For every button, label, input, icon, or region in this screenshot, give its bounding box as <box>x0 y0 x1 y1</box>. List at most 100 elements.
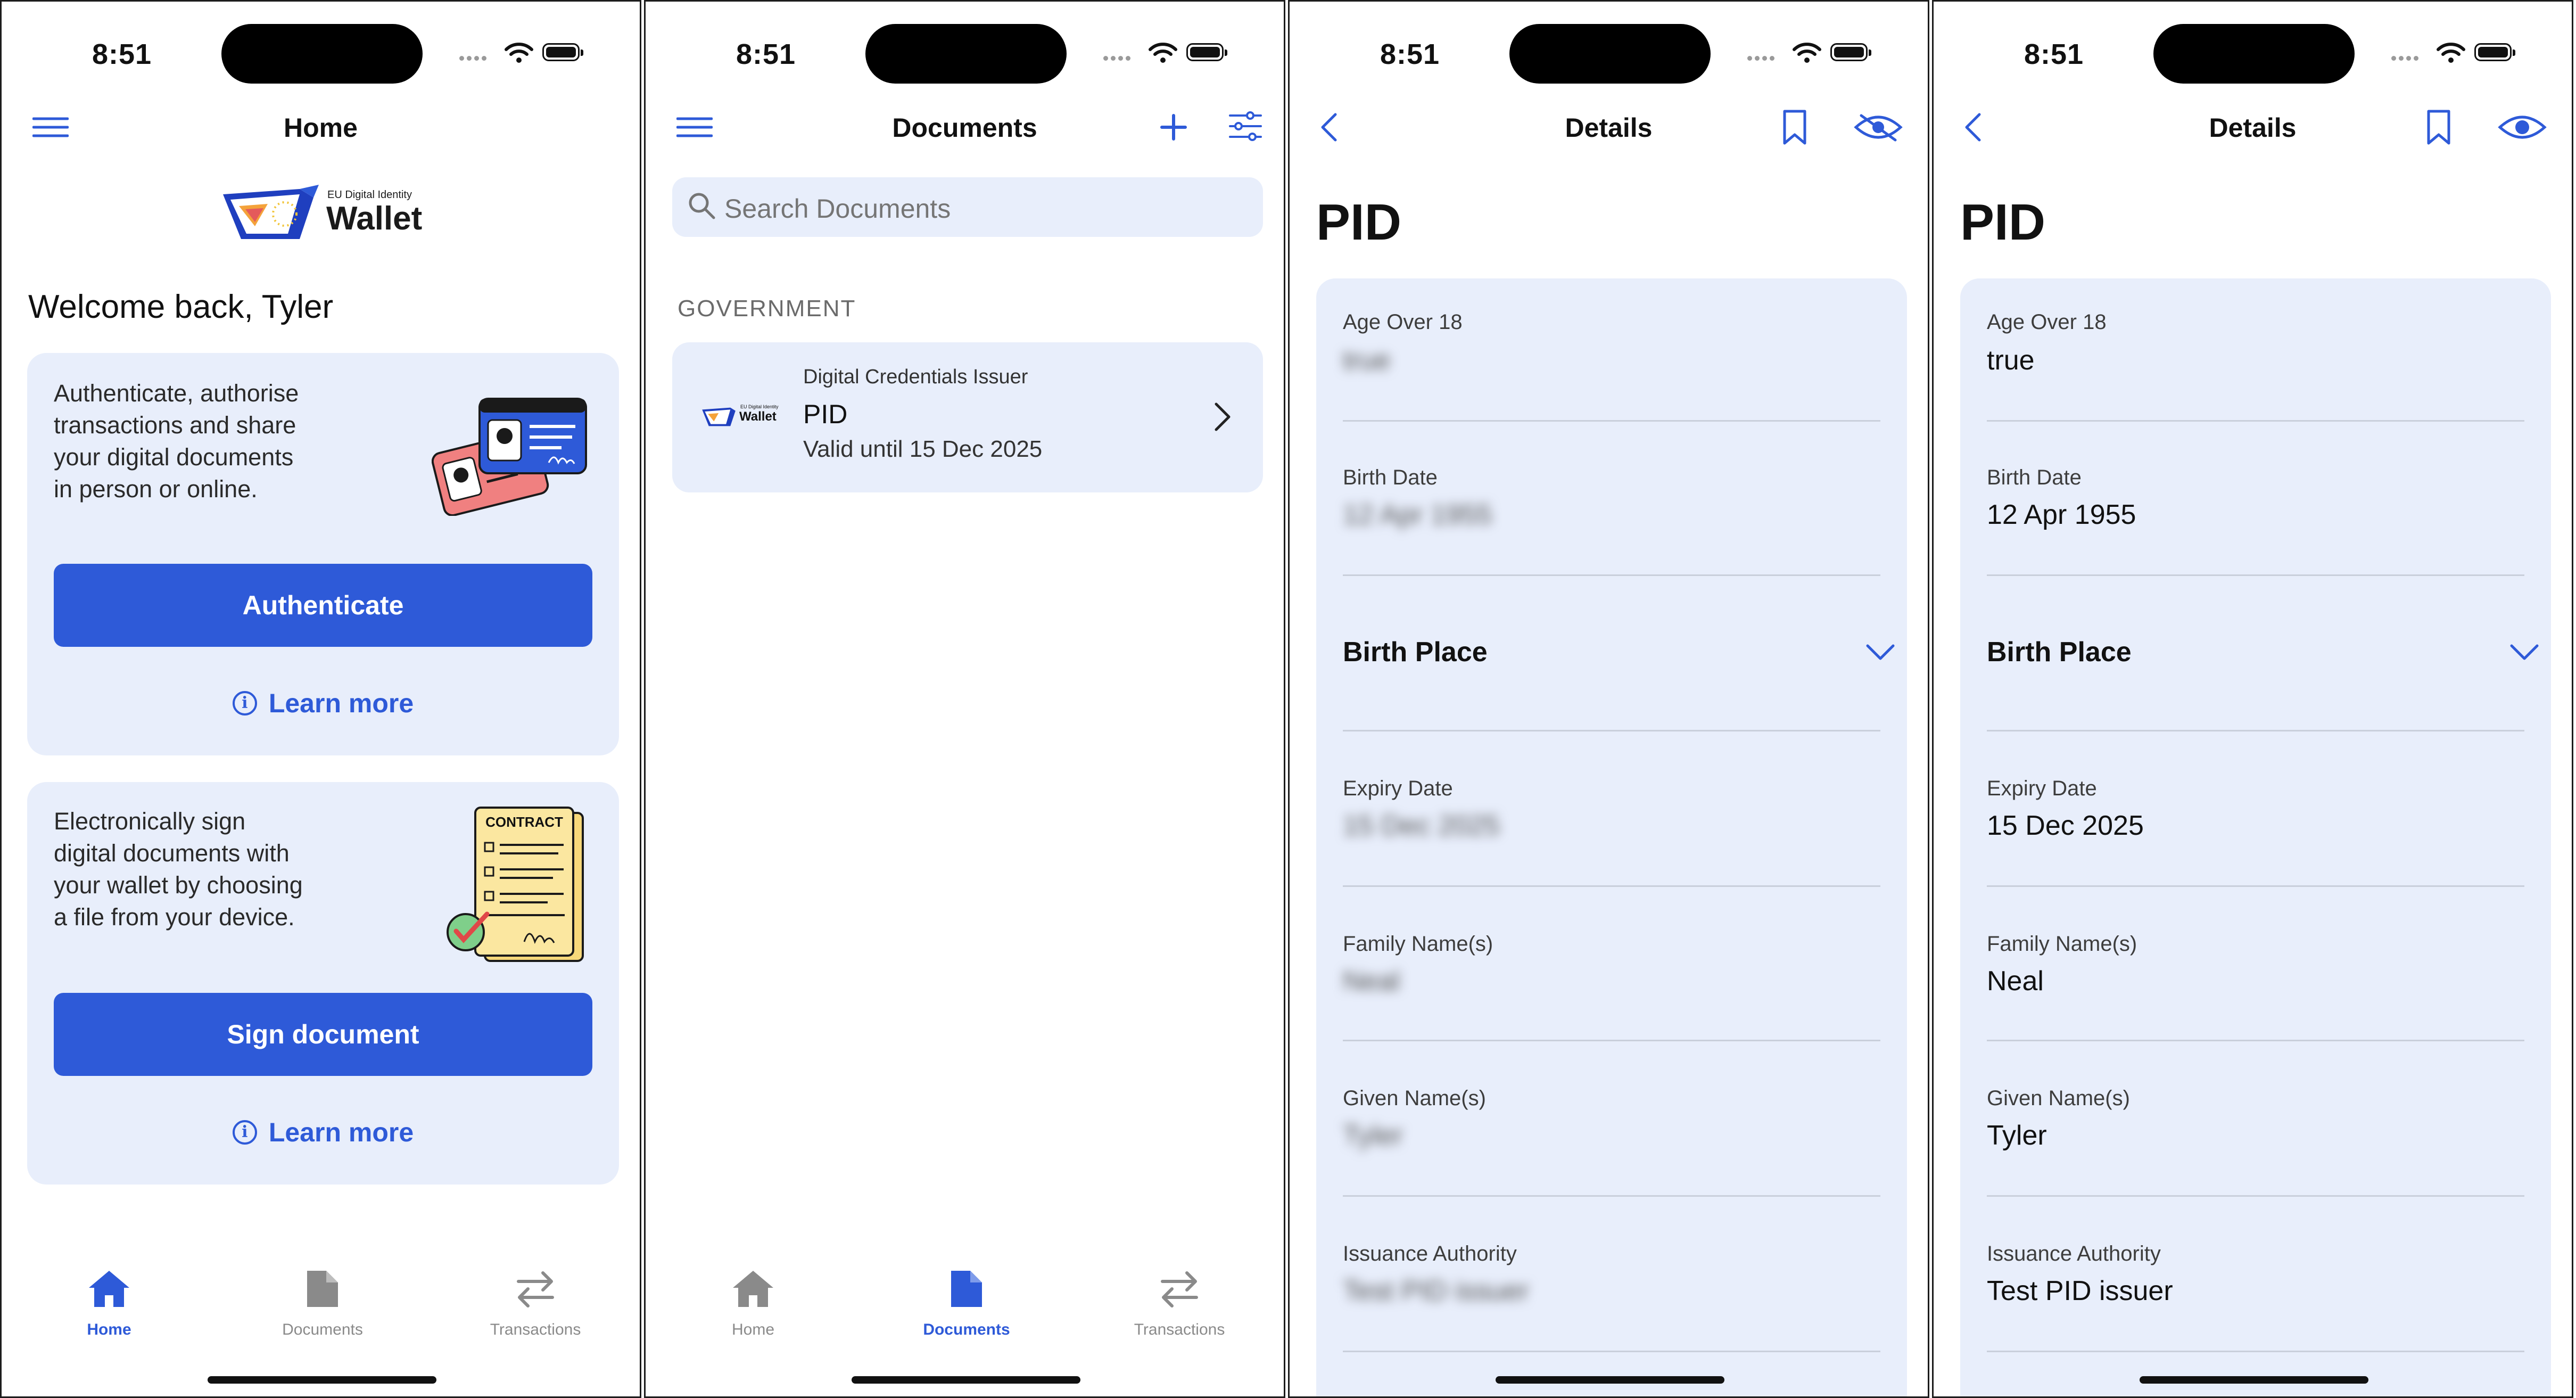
document-validity: Valid until 15 Dec 2025 <box>803 436 1043 462</box>
tab-documents[interactable]: Documents <box>243 1269 402 1339</box>
field-value: Neal <box>1987 966 2044 997</box>
tab-documents[interactable]: Documents <box>887 1269 1046 1339</box>
wifi-icon <box>1149 43 1177 63</box>
dynamic-island <box>2153 24 2355 84</box>
document-icon <box>307 1271 338 1307</box>
divider <box>1987 1195 2524 1197</box>
filter-icon[interactable] <box>1229 111 1262 141</box>
bookmark-icon[interactable] <box>1781 109 1808 145</box>
home-indicator <box>208 1376 436 1384</box>
info-icon <box>232 691 257 716</box>
divider <box>1987 420 2524 422</box>
arrows-icon <box>517 1271 554 1307</box>
status-time: 8:51 <box>92 38 152 70</box>
expandable-field-label[interactable]: Birth Place <box>1343 636 1488 668</box>
divider <box>1987 730 2524 731</box>
home-indicator <box>1496 1376 1724 1384</box>
field-label: Given Name(s) <box>1987 1087 2130 1110</box>
contract-illustration: CONTRACT <box>440 805 600 965</box>
house-icon <box>89 1271 129 1307</box>
eye-icon[interactable] <box>2498 112 2547 142</box>
four-screen-composite: 8:51 Home EU Digital Identity Wallet Wel… <box>0 0 2576 1398</box>
authenticate-learn-more-link[interactable]: Learn more <box>54 682 592 725</box>
field-label: Age Over 18 <box>1987 310 2107 334</box>
arrows-icon <box>1161 1271 1198 1307</box>
divider <box>1343 1040 1880 1041</box>
sign-learn-more-link[interactable]: Learn more <box>54 1111 592 1154</box>
signal-icon <box>2391 54 2423 61</box>
documents-screen: 8:51 Documents Search Documents GOVERNME… <box>644 0 1285 1398</box>
dynamic-island <box>221 24 423 84</box>
contract-label: CONTRACT <box>485 814 563 830</box>
status-time: 8:51 <box>736 38 796 70</box>
field-label: Family Name(s) <box>1987 932 2137 956</box>
divider <box>1987 885 2524 887</box>
page-title: Details <box>2209 113 2297 143</box>
page-title: Home <box>284 113 358 143</box>
field-label: Issuance Authority <box>1343 1242 1517 1265</box>
authenticate-description: Authenticate, authorise transactions and… <box>54 380 299 503</box>
field-value: Test PID issuer <box>1987 1276 2173 1306</box>
field-label: Age Over 18 <box>1343 310 1463 334</box>
add-icon[interactable] <box>1160 113 1187 141</box>
logo-wallet-text: Wallet <box>739 409 777 424</box>
field-label: Issuance Authority <box>1987 1242 2161 1265</box>
chevron-down-icon[interactable] <box>2509 643 2539 662</box>
home-indicator <box>2140 1376 2368 1384</box>
field-label: Family Name(s) <box>1343 932 1493 956</box>
eye-slash-icon[interactable] <box>1854 112 1903 142</box>
dynamic-island <box>865 24 1067 84</box>
page-title: Documents <box>892 113 1037 143</box>
tab-transactions[interactable]: Transactions <box>1100 1269 1259 1339</box>
field-value: Test PID issuer <box>1343 1276 1529 1306</box>
home-indicator <box>852 1376 1080 1384</box>
document-heading: PID <box>1960 194 2046 251</box>
details-screen-visible: 8:51 Details PID Age Over 18 true Birth … <box>1932 0 2573 1398</box>
divider <box>1987 1351 2524 1352</box>
divider <box>1343 1351 1880 1352</box>
search-icon <box>689 193 715 219</box>
divider <box>1987 574 2524 576</box>
authenticate-button[interactable]: Authenticate <box>54 564 592 647</box>
tab-home[interactable]: Home <box>673 1269 833 1339</box>
field-value: 12 Apr 1955 <box>1343 499 1492 530</box>
chevron-right-icon <box>1215 402 1231 431</box>
status-time: 8:51 <box>2024 38 2084 70</box>
divider <box>1343 885 1880 887</box>
authenticate-card: Authenticate, authorise transactions and… <box>27 353 619 755</box>
sign-document-button[interactable]: Sign document <box>54 993 592 1076</box>
field-value: 15 Dec 2025 <box>1987 810 2144 841</box>
document-name: PID <box>803 399 848 429</box>
document-list-item[interactable]: EU Digital Identity Wallet Digital Crede… <box>672 342 1263 492</box>
details-screen-hidden: 8:51 Details PID Age Over 18 true Birth … <box>1288 0 1929 1398</box>
wallet-logo-icon <box>223 185 319 239</box>
field-label: Expiry Date <box>1343 777 1453 800</box>
bookmark-icon[interactable] <box>2425 109 2452 145</box>
expandable-field-label[interactable]: Birth Place <box>1987 636 2132 668</box>
status-time: 8:51 <box>1380 38 1440 70</box>
chevron-down-icon[interactable] <box>1865 643 1895 662</box>
house-icon <box>733 1271 773 1307</box>
search-placeholder: Search Documents <box>724 194 951 224</box>
document-issuer: Digital Credentials Issuer <box>803 366 1028 388</box>
wifi-icon <box>2437 43 2465 63</box>
field-value: Tyler <box>1343 1120 1403 1151</box>
divider <box>1343 1195 1880 1197</box>
logo-wallet-text: Wallet <box>326 200 423 237</box>
field-label: Given Name(s) <box>1343 1087 1486 1110</box>
sign-document-card: Electronically sign digital documents wi… <box>27 782 619 1185</box>
divider <box>1987 1040 2524 1041</box>
signal-icon <box>1103 54 1135 61</box>
dynamic-island <box>1509 24 1711 84</box>
logo-small-text: EU Digital Identity <box>740 404 779 409</box>
field-value: Neal <box>1343 966 1400 997</box>
tab-home[interactable]: Home <box>29 1269 189 1339</box>
battery-icon <box>1830 43 1871 61</box>
field-value: Tyler <box>1987 1120 2047 1151</box>
field-value: 12 Apr 1955 <box>1987 499 2136 530</box>
welcome-message: Welcome back, Tyler <box>28 289 334 325</box>
signal-icon <box>459 54 491 61</box>
info-icon <box>232 1120 257 1145</box>
tab-transactions[interactable]: Transactions <box>456 1269 615 1339</box>
field-value: true <box>1987 345 2035 376</box>
